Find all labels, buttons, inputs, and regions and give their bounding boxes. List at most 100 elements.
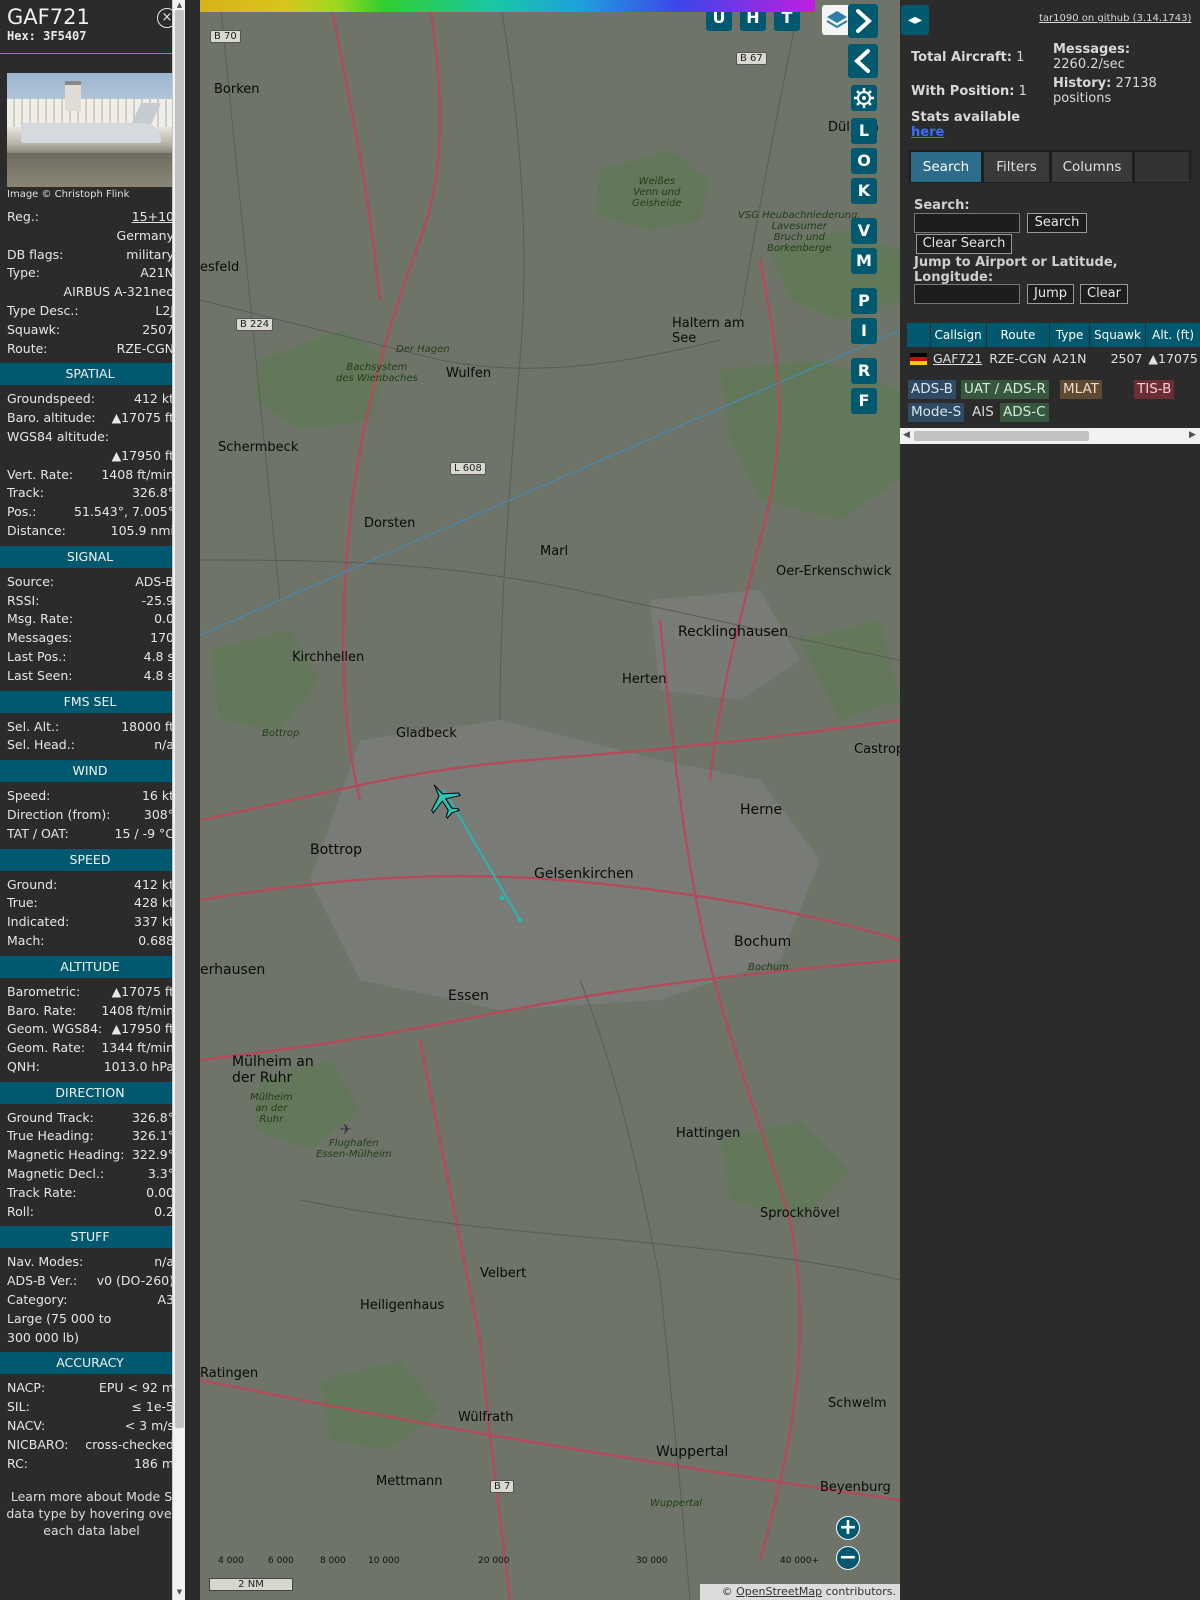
button-m[interactable]: M (851, 248, 877, 274)
photo-credit: Image © Christoph Flink (7, 189, 130, 200)
col-route[interactable]: Route (986, 323, 1051, 347)
info-row-key: 300 000 lb) (7, 1329, 79, 1345)
col-altitude[interactable]: Alt. (ft) (1145, 323, 1200, 347)
tab-filters[interactable]: Filters (984, 152, 1049, 182)
section-header-signal[interactable]: SIGNAL (0, 545, 180, 568)
section-header-stuff[interactable]: STUFF (0, 1226, 180, 1249)
map-place-label: Wuppertal (656, 1444, 729, 1460)
table-row[interactable]: GAF721 RZE-CGN A21N 2507 ▲17075 (907, 347, 1200, 369)
jump-input[interactable] (914, 284, 1020, 304)
aircraft-photo[interactable] (7, 73, 178, 187)
history-value: 27138 (1115, 76, 1157, 91)
h-scroll-thumb[interactable] (914, 431, 1089, 441)
history-unit: positions (1053, 91, 1112, 106)
zoom-out-button[interactable]: − (836, 1546, 860, 1570)
info-row-key: Reg.: (7, 209, 39, 224)
section-header-wind[interactable]: WIND (0, 760, 180, 783)
col-callsign[interactable]: Callsign (930, 323, 987, 347)
map-place-label: Heiligenhaus (360, 1298, 445, 1313)
hex-label: Hex: (7, 29, 36, 43)
button-f[interactable]: F (851, 388, 877, 414)
info-row: Baro. Rate: 1408 ft/min (0, 1003, 183, 1022)
jump-button[interactable]: Jump (1027, 284, 1074, 304)
chevron-left-icon[interactable] (848, 44, 878, 78)
section-header-speed[interactable]: SPEED (0, 848, 180, 871)
info-row: DB flags: military (0, 247, 183, 266)
info-row: Reg.: 15+10 (0, 209, 183, 228)
scroll-up-icon[interactable]: ▲ (175, 1, 184, 9)
tab-extra[interactable] (1135, 152, 1189, 182)
col-squawk[interactable]: Squawk (1089, 323, 1146, 347)
map-place-label: Wuppertal (650, 1498, 703, 1509)
map-place-label: Oer-Erkenschwick (776, 564, 892, 579)
button-l[interactable]: L (851, 118, 877, 144)
button-i[interactable]: I (851, 318, 877, 344)
map-place-label: Velbert (480, 1266, 527, 1281)
osm-link[interactable]: OpenStreetMap (736, 1585, 822, 1598)
info-row-key: Track Rate: (7, 1184, 77, 1200)
info-row-key: Sel. Head.: (7, 737, 75, 753)
button-o[interactable]: O (851, 148, 877, 174)
button-k[interactable]: K (851, 178, 877, 204)
info-row-key: Geom. WGS84: (7, 1021, 103, 1037)
cell-callsign[interactable]: GAF721 (930, 347, 986, 369)
tab-columns[interactable]: Columns (1052, 152, 1132, 182)
stats-link[interactable]: here (911, 125, 944, 140)
map-place-label: Essen (448, 988, 489, 1004)
section-header-fms-sel[interactable]: FMS SEL (0, 690, 180, 713)
map[interactable]: ✈ BorkenDülmenWeißes Venn und GeisheideV… (200, 0, 900, 1600)
split-arrows-icon[interactable]: ◂▸ (901, 5, 929, 35)
info-row: Last Seen: 4.8 s (0, 668, 183, 687)
section-header-accuracy[interactable]: ACCURACY (0, 1352, 180, 1375)
info-row-value: military (126, 246, 174, 262)
info-row: AIRBUS A-321neo (0, 284, 183, 303)
map-place-label: Haltern am See (672, 316, 745, 346)
with-position-label: With Position: (911, 84, 1015, 99)
section-header-spatial[interactable]: SPATIAL (0, 363, 180, 386)
aircraft-icon[interactable] (424, 780, 464, 820)
history-stat: History: 27138 positions (1053, 76, 1157, 106)
info-row: Speed: 16 kt (0, 788, 183, 807)
road-label: L 608 (450, 462, 486, 475)
info-row-key: Category: (7, 1292, 68, 1308)
info-hex: Hex: 3F5407 (7, 29, 172, 43)
clear-button[interactable]: Clear (1080, 284, 1128, 304)
scroll-down-icon[interactable]: ▼ (175, 1588, 184, 1596)
gear-icon[interactable] (851, 85, 877, 111)
map-place-label: Mettmann (376, 1474, 443, 1489)
info-row: Msg. Rate: 0.0 (0, 611, 183, 630)
section-header-direction[interactable]: DIRECTION (0, 1081, 180, 1104)
section-header-altitude[interactable]: ALTITUDE (0, 955, 180, 978)
table-horizontal-scrollbar[interactable]: ◀ ▶ (900, 428, 1200, 444)
map-place-label: Schermbeck (218, 440, 299, 455)
chevron-right-icon[interactable] (848, 4, 878, 38)
search-input[interactable] (914, 213, 1020, 233)
button-v[interactable]: V (851, 218, 877, 244)
info-scrollbar[interactable]: ▲ ▼ (172, 0, 185, 1600)
col-type[interactable]: Type (1049, 323, 1090, 347)
info-row: Messages: 170 (0, 630, 183, 649)
info-row-key: Mach: (7, 932, 45, 948)
info-row: Vert. Rate: 1408 ft/min (0, 467, 183, 486)
info-row-value: 4.8 s (143, 667, 174, 683)
clear-search-button[interactable]: Clear Search (916, 234, 1012, 254)
button-r[interactable]: R (851, 358, 877, 384)
scroll-left-icon[interactable]: ◀ (903, 430, 910, 440)
button-p[interactable]: P (851, 288, 877, 314)
info-row-value: 322.9° (131, 1147, 174, 1163)
github-link[interactable]: tar1090 on github (3.14.1743) (1039, 13, 1191, 24)
cell-squawk: 2507 (1110, 350, 1143, 366)
info-row-value[interactable]: 15+10 (132, 209, 174, 224)
colorbar-label: 10 000 (368, 1556, 400, 1566)
col-flag[interactable] (907, 323, 931, 347)
info-row: True Heading: 326.1° (0, 1128, 183, 1147)
scroll-thumb[interactable] (175, 10, 184, 1428)
colorbar-label: 30 000 (636, 1556, 668, 1566)
info-row: Category: A3 (0, 1292, 183, 1311)
stats-available: Stats available here (911, 110, 1020, 140)
zoom-in-button[interactable]: + (836, 1516, 860, 1540)
scroll-right-icon[interactable]: ▶ (1189, 430, 1196, 440)
tab-search[interactable]: Search (911, 152, 981, 182)
cell-route: RZE-CGN (989, 350, 1047, 366)
search-button[interactable]: Search (1027, 213, 1087, 233)
